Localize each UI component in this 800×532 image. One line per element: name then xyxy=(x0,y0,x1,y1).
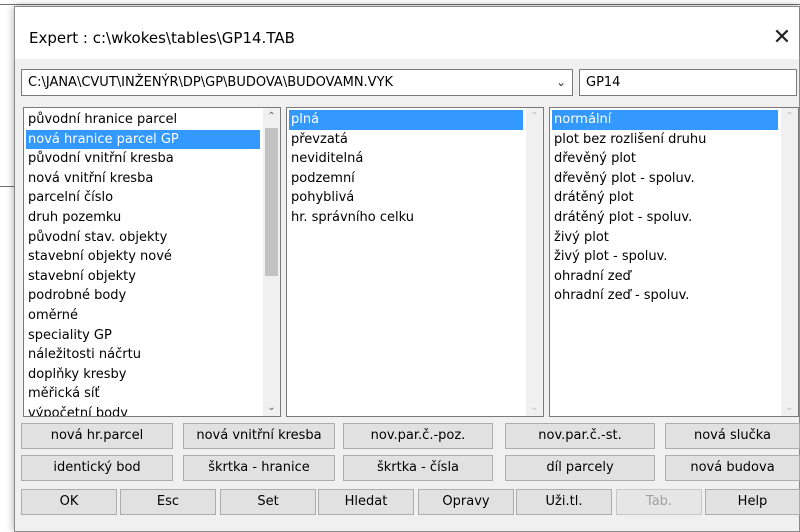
close-icon[interactable]: ✕ xyxy=(765,23,799,53)
category-list-scrollbar[interactable]: ⌃ ⌄ xyxy=(263,108,280,416)
subtype-list-item[interactable]: plot bez rozlišení druhu xyxy=(552,130,778,150)
user-buttons-button[interactable]: Uži.tl. xyxy=(516,489,612,515)
subtype-list-scrollbar[interactable]: ⌃ ⌄ xyxy=(781,108,798,416)
category-list-item[interactable]: speciality GP xyxy=(26,326,260,346)
title-bar: Expert : c:\wkokes\tables\GP14.TAB ✕ xyxy=(15,7,799,59)
subtype-list-item[interactable]: ohradní zeď - spoluv. xyxy=(552,286,778,306)
scroll-up-icon[interactable]: ⌃ xyxy=(781,108,798,125)
line-type-list-item[interactable]: plná xyxy=(289,110,523,130)
category-list-item[interactable]: nová hranice parcel GP xyxy=(26,129,260,150)
strike-numbers-button[interactable]: škrtka - čísla xyxy=(343,455,493,481)
subtype-list-item[interactable]: drátěný plot - spoluv. xyxy=(552,208,778,228)
category-list-item[interactable]: původní hranice parcel xyxy=(26,110,260,130)
search-button[interactable]: Hledat xyxy=(318,489,414,515)
category-list-item[interactable]: druh pozemku xyxy=(26,208,260,228)
scroll-up-icon[interactable]: ⌃ xyxy=(526,108,543,125)
category-list-item[interactable]: stavební objekty xyxy=(26,267,260,287)
chevron-down-icon[interactable]: ⌄ xyxy=(556,70,566,95)
subtype-list-item[interactable]: drátěný plot xyxy=(552,188,778,208)
line-type-list-item[interactable]: převzatá xyxy=(289,130,523,150)
subtype-list[interactable]: normální plot bez rozlišení druhu dřevěný … xyxy=(549,107,799,417)
scroll-down-icon[interactable]: ⌄ xyxy=(263,399,280,416)
set-button[interactable]: Set xyxy=(220,489,316,515)
identical-point-button[interactable]: identický bod xyxy=(21,455,173,481)
line-type-list-item[interactable]: hr. správního celku xyxy=(289,208,523,228)
category-list-item[interactable]: doplňky kresby xyxy=(26,365,260,385)
new-parcel-number-land-button[interactable]: nov.par.č.-poz. xyxy=(343,423,493,449)
scroll-down-icon[interactable]: ⌄ xyxy=(781,399,798,416)
category-list-item[interactable]: podrobné body xyxy=(26,286,260,306)
corrections-button[interactable]: Opravy xyxy=(418,489,514,515)
category-list[interactable]: původní hranice parcel nová hranice parce… xyxy=(23,107,281,417)
subtype-list-item[interactable]: ohradní zeď xyxy=(552,267,778,287)
new-parcel-boundary-button[interactable]: nová hr.parcel xyxy=(21,423,173,449)
category-list-item[interactable]: náležitosti náčrtu xyxy=(26,345,260,365)
category-list-item[interactable]: původní vnitřní kresba xyxy=(26,149,260,169)
category-list-item[interactable]: parcelní číslo xyxy=(26,188,260,208)
name-field[interactable]: GP14 xyxy=(579,69,797,96)
parcel-part-button[interactable]: díl parcely xyxy=(505,455,655,481)
line-type-list-item[interactable]: neviditelná xyxy=(289,149,523,169)
category-list-item[interactable]: původní stav. objekty xyxy=(26,228,260,248)
background-line xyxy=(0,4,800,5)
scroll-down-icon[interactable]: ⌄ xyxy=(526,399,543,416)
scroll-thumb[interactable] xyxy=(265,128,278,276)
category-list-item[interactable]: nová vnitřní kresba xyxy=(26,169,260,189)
line-type-list-item[interactable]: pohyblivá xyxy=(289,188,523,208)
help-button[interactable]: Help xyxy=(705,489,800,515)
ok-button[interactable]: OK xyxy=(21,489,117,515)
new-parcel-number-building-button[interactable]: nov.par.č.-st. xyxy=(505,423,655,449)
background-line xyxy=(0,186,14,187)
subtype-list-item[interactable]: živý plot xyxy=(552,228,778,248)
path-select[interactable]: C:\JANA\CVUT\INŽENÝR\DP\GP\BUDOVA\BUDOVA… xyxy=(21,69,573,96)
subtype-list-item[interactable]: normální xyxy=(552,110,778,130)
category-list-item[interactable]: výpočetní body xyxy=(26,404,260,416)
line-type-list-item[interactable]: podzemní xyxy=(289,169,523,189)
scroll-up-icon[interactable]: ⌃ xyxy=(263,108,280,125)
tab-button[interactable]: Tab. xyxy=(616,489,702,515)
new-inner-drawing-button[interactable]: nová vnitřní kresba xyxy=(183,423,335,449)
name-field-value: GP14 xyxy=(586,75,621,90)
expert-dialog: Expert : c:\wkokes\tables\GP14.TAB ✕ C:\… xyxy=(14,6,800,532)
subtype-list-item[interactable]: živý plot - spoluv. xyxy=(552,247,778,267)
category-list-item[interactable]: měřická síť xyxy=(26,384,260,404)
category-list-item[interactable]: stavební objekty nové xyxy=(26,247,260,267)
new-building-button[interactable]: nová budova xyxy=(665,455,800,481)
window-title: Expert : c:\wkokes\tables\GP14.TAB xyxy=(29,29,295,47)
esc-button[interactable]: Esc xyxy=(120,489,216,515)
category-list-item[interactable]: oměrné xyxy=(26,306,260,326)
strike-boundary-button[interactable]: škrtka - hranice xyxy=(183,455,335,481)
subtype-list-item[interactable]: dřevěný plot - spoluv. xyxy=(552,169,778,189)
line-type-list-scrollbar[interactable]: ⌃ ⌄ xyxy=(526,108,543,416)
subtype-list-item[interactable]: dřevěný plot xyxy=(552,149,778,169)
new-merge-button[interactable]: nová slučka xyxy=(665,423,800,449)
path-select-value: C:\JANA\CVUT\INŽENÝR\DP\GP\BUDOVA\BUDOVA… xyxy=(28,75,394,90)
line-type-list[interactable]: plná převzatá neviditelná podzemní pohyblivá… xyxy=(286,107,544,417)
